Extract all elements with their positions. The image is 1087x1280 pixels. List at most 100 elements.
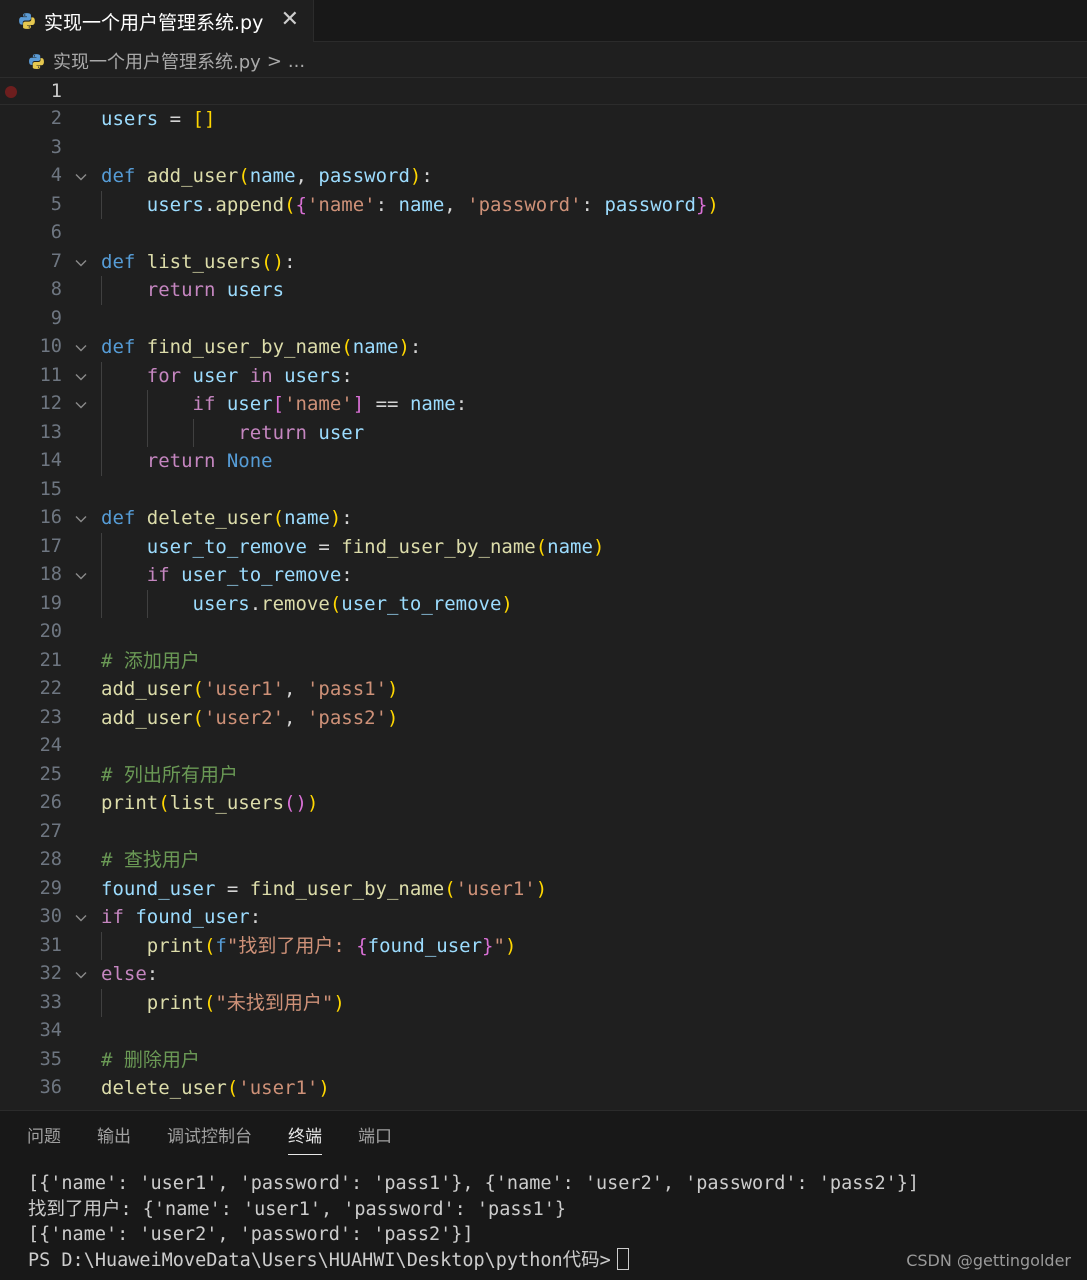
code-token: print (146, 934, 204, 957)
code-token: . (249, 592, 262, 615)
chevron-down-icon[interactable] (74, 968, 88, 982)
chevron-down-icon[interactable] (74, 370, 88, 384)
code-line[interactable]: 27 (0, 818, 1087, 847)
code-line[interactable]: 7 def list_users(): (0, 248, 1087, 277)
chevron-down-icon[interactable] (74, 512, 88, 526)
code-line[interactable]: 6 (0, 219, 1087, 248)
code-line[interactable]: 12 if user['name'] == name: (0, 390, 1087, 419)
code-line[interactable]: 11 for user in users: (0, 362, 1087, 391)
terminal-line: PS D:\HuaweiMoveData\Users\HUAHWI\Deskto… (28, 1248, 919, 1274)
code-token: ( (158, 792, 170, 814)
code-line[interactable]: 2 users = [] (0, 105, 1087, 134)
line-number: 8 (50, 279, 62, 300)
code-token: "找到了用户: (226, 934, 357, 957)
line-number: 18 (39, 564, 62, 585)
code-token: 'user1' (455, 877, 536, 900)
chevron-down-icon[interactable] (74, 341, 88, 355)
code-line[interactable]: 10 def find_user_by_name(name): (0, 333, 1087, 362)
code-token: name (409, 393, 456, 415)
code-token: 'pass1' (306, 678, 388, 700)
code-line[interactable]: 36 delete_user('user1') (0, 1074, 1087, 1103)
code-line[interactable]: 32 else: (0, 960, 1087, 989)
code-token: user_to_remove (181, 564, 342, 586)
code-token: ) (398, 336, 410, 358)
code-line[interactable]: 14 return None (0, 447, 1087, 476)
code-line[interactable]: 19 users.remove(user_to_remove) (0, 590, 1087, 619)
code-line[interactable]: 28 # 查找用户 (0, 846, 1087, 875)
code-text: return user (101, 419, 364, 448)
code-line[interactable]: 30 if found_user: (0, 903, 1087, 932)
code-line[interactable]: 9 (0, 305, 1087, 334)
code-line[interactable]: 18 if user_to_remove: (0, 561, 1087, 590)
chevron-down-icon[interactable] (74, 256, 88, 270)
code-token: password (604, 193, 696, 216)
code-line[interactable]: 23 add_user('user2', 'pass2') (0, 704, 1087, 733)
code-line[interactable]: 24 (0, 732, 1087, 761)
code-token: ( (284, 193, 296, 216)
code-line[interactable]: 33 print("未找到用户") (0, 989, 1087, 1018)
indent-guide (101, 532, 102, 618)
code-text: return None (101, 447, 273, 476)
code-line[interactable]: 35 # 删除用户 (0, 1046, 1087, 1075)
code-token: ) (387, 678, 399, 700)
code-editor[interactable]: 1 2 users = [] 3 4 def add_user(name, passwor… (0, 76, 1087, 1110)
code-token: , (284, 678, 307, 700)
code-line[interactable]: 34 (0, 1017, 1087, 1046)
panel-tab[interactable]: 端口 (358, 1111, 392, 1163)
close-icon[interactable]: ✕ (281, 7, 299, 32)
code-line[interactable]: 31 print(f"找到了用户: {found_user}") (0, 932, 1087, 961)
code-line[interactable]: 17 user_to_remove = find_user_by_name(na… (0, 533, 1087, 562)
code-line[interactable]: 1 (0, 76, 1087, 105)
code-line[interactable]: 15 (0, 476, 1087, 505)
code-token: append (215, 193, 285, 216)
code-token: user (192, 364, 239, 387)
code-token: return (146, 279, 216, 301)
code-token: " (493, 934, 505, 957)
code-token: # 添加用户 (101, 649, 200, 672)
code-line[interactable]: 13 return user (0, 419, 1087, 448)
code-token: find_user_by_name (249, 877, 445, 900)
code-line[interactable]: 26 print(list_users()) (0, 789, 1087, 818)
chevron-down-icon[interactable] (74, 170, 88, 184)
chevron-down-icon[interactable] (74, 569, 88, 583)
line-number: 25 (39, 763, 62, 785)
panel-tab[interactable]: 终端 (288, 1111, 322, 1163)
breadcrumb-more[interactable]: ... (288, 51, 305, 72)
chevron-down-icon[interactable] (74, 911, 88, 925)
breadcrumb-file[interactable]: 实现一个用户管理系统.py (53, 48, 261, 74)
code-line[interactable]: 8 return users (0, 276, 1087, 305)
code-token: 'name' (284, 393, 353, 415)
code-line[interactable]: 16 def delete_user(name): (0, 504, 1087, 533)
panel-tab[interactable]: 输出 (97, 1111, 131, 1163)
code-line[interactable]: 25 # 列出所有用户 (0, 761, 1087, 790)
code-token: ) (501, 592, 513, 615)
code-token: : (409, 336, 422, 358)
code-token: , (284, 706, 307, 729)
watermark: CSDN @gettingolder (906, 1251, 1071, 1270)
code-line[interactable]: 20 (0, 618, 1087, 647)
code-token: 'name' (306, 193, 376, 216)
code-line[interactable]: 3 (0, 134, 1087, 163)
line-number: 34 (39, 1020, 62, 1041)
editor-tab[interactable]: 实现一个用户管理系统.py ✕ (0, 0, 314, 42)
code-line[interactable]: 4 def add_user(name, password): (0, 162, 1087, 191)
code-line[interactable]: 21 # 添加用户 (0, 647, 1087, 676)
code-text: else: (101, 960, 158, 989)
code-token: : (284, 250, 296, 273)
code-token: : (341, 564, 353, 586)
code-line[interactable]: 22 add_user('user1', 'pass1') (0, 675, 1087, 704)
chevron-down-icon[interactable] (74, 398, 88, 412)
code-line[interactable]: 29 found_user = find_user_by_name('user1'… (0, 875, 1087, 904)
code-token: ) (387, 706, 399, 729)
panel-tab[interactable]: 问题 (27, 1111, 61, 1163)
breakpoint-icon[interactable] (5, 85, 17, 98)
panel-tab[interactable]: 调试控制台 (167, 1111, 252, 1163)
terminal-output[interactable]: [{'name': 'user1', 'password': 'pass1'},… (28, 1171, 919, 1274)
code-token: name (547, 535, 593, 558)
terminal-line: [{'name': 'user1', 'password': 'pass1'},… (28, 1171, 919, 1197)
code-token: add_user (146, 165, 239, 187)
code-line[interactable]: 5 users.append({'name': name, 'password'… (0, 191, 1087, 220)
code-token: user (226, 393, 273, 415)
